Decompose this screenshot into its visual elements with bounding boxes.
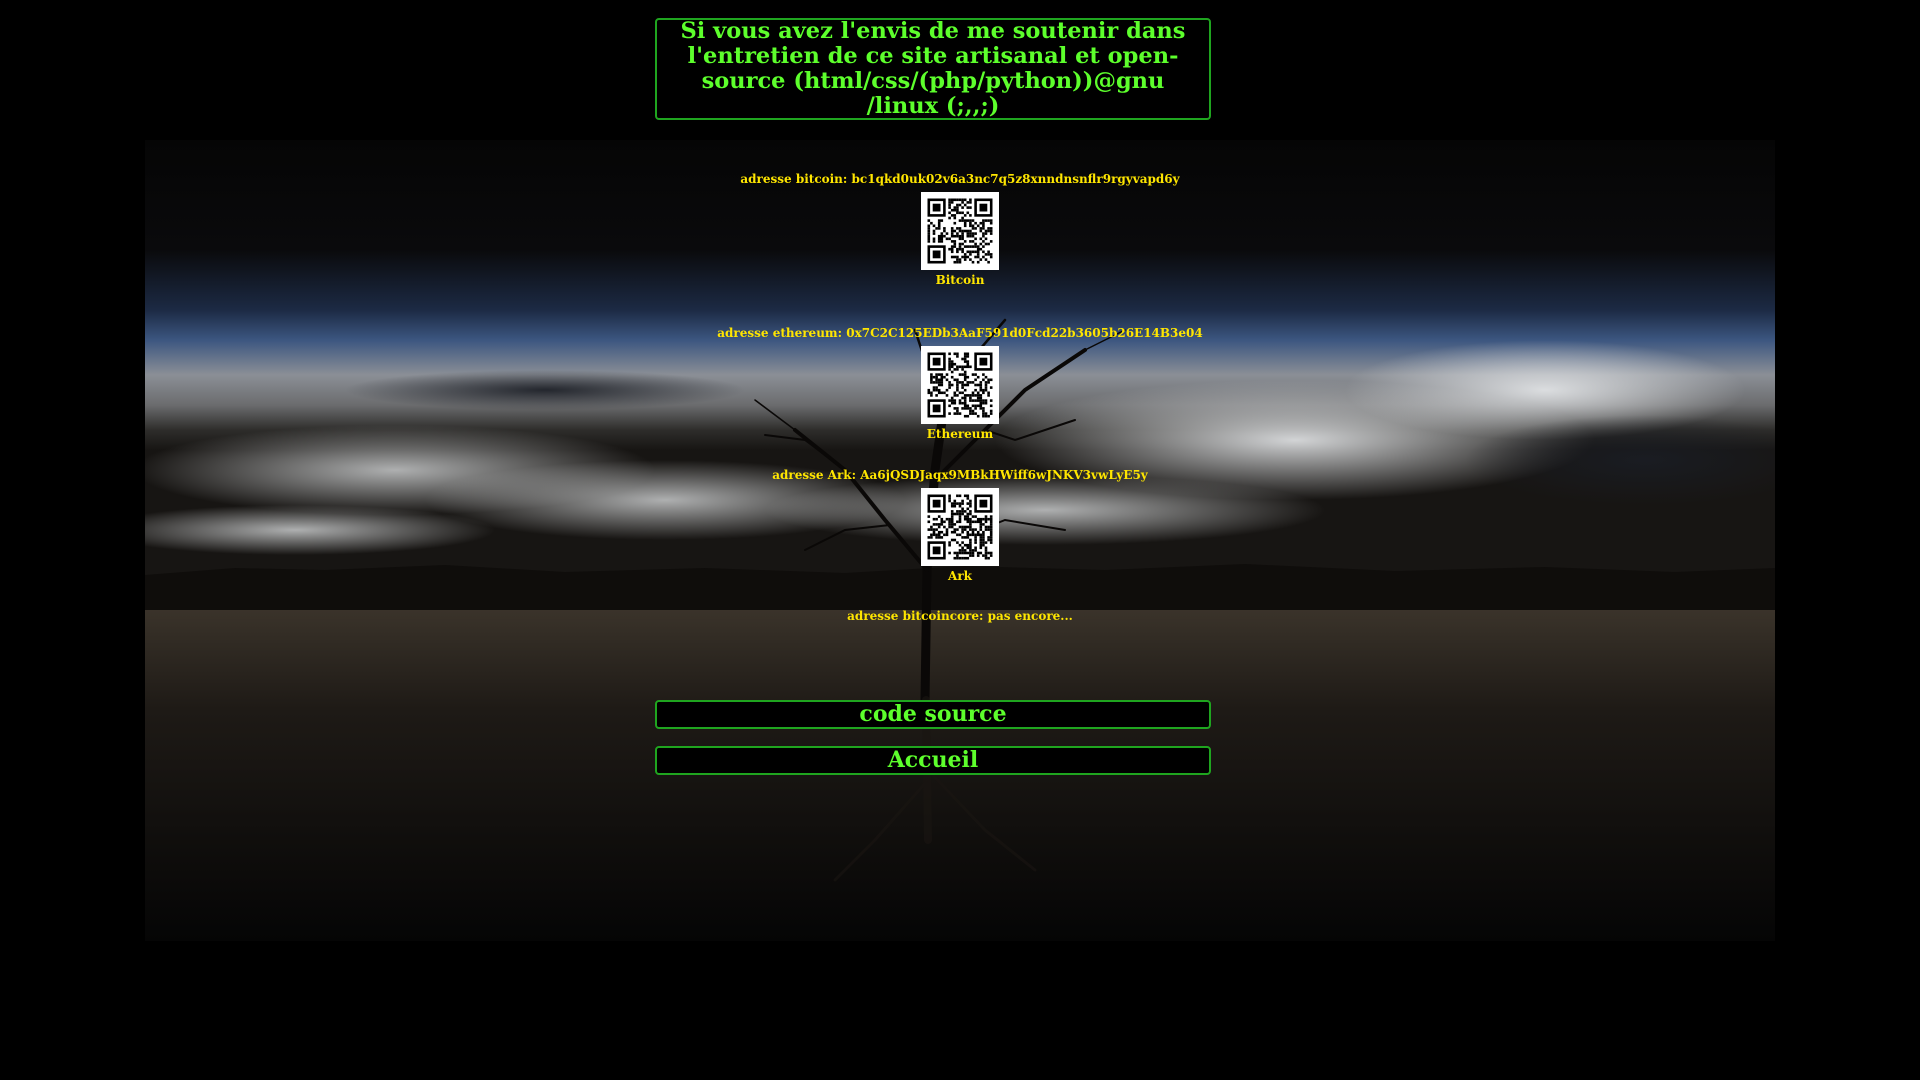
ark-label: Ark (948, 569, 972, 583)
ethereum-address[interactable]: adresse ethereum: 0x7C2C125EDb3AaF591d0F… (145, 326, 1775, 340)
bitcoin-section: adresse bitcoin: bc1qkd0uk02v6a3nc7q5z8x… (145, 172, 1775, 287)
ethereum-section: adresse ethereum: 0x7C2C125EDb3AaF591d0F… (145, 326, 1775, 441)
home-button[interactable]: Accueil (655, 746, 1211, 775)
bitcoincore-section: adresse bitcoincore: pas encore... (145, 609, 1775, 623)
ark-qr-code-icon (921, 488, 999, 566)
source-code-button[interactable]: code source (655, 700, 1211, 729)
support-message: Si vous avez l'envis de me soutenir dans… (680, 18, 1186, 119)
donation-panel: adresse bitcoin: bc1qkd0uk02v6a3nc7q5z8x… (145, 140, 1775, 941)
bitcoin-label: Bitcoin (935, 273, 985, 287)
ark-address[interactable]: adresse Ark: Aa6jQSDJaqx9MBkHWiff6wJNKV3… (145, 468, 1775, 482)
page: Si vous avez l'envis de me soutenir dans… (0, 0, 1920, 1080)
bitcoincore-address: adresse bitcoincore: pas encore... (847, 609, 1073, 623)
support-banner: Si vous avez l'envis de me soutenir dans… (655, 18, 1211, 120)
bitcoin-address[interactable]: adresse bitcoin: bc1qkd0uk02v6a3nc7q5z8x… (145, 172, 1775, 186)
ethereum-qr-code-icon (921, 346, 999, 424)
ark-section: adresse Ark: Aa6jQSDJaqx9MBkHWiff6wJNKV3… (145, 468, 1775, 583)
bitcoin-qr-code-icon (921, 192, 999, 270)
ethereum-label: Ethereum (926, 427, 994, 441)
